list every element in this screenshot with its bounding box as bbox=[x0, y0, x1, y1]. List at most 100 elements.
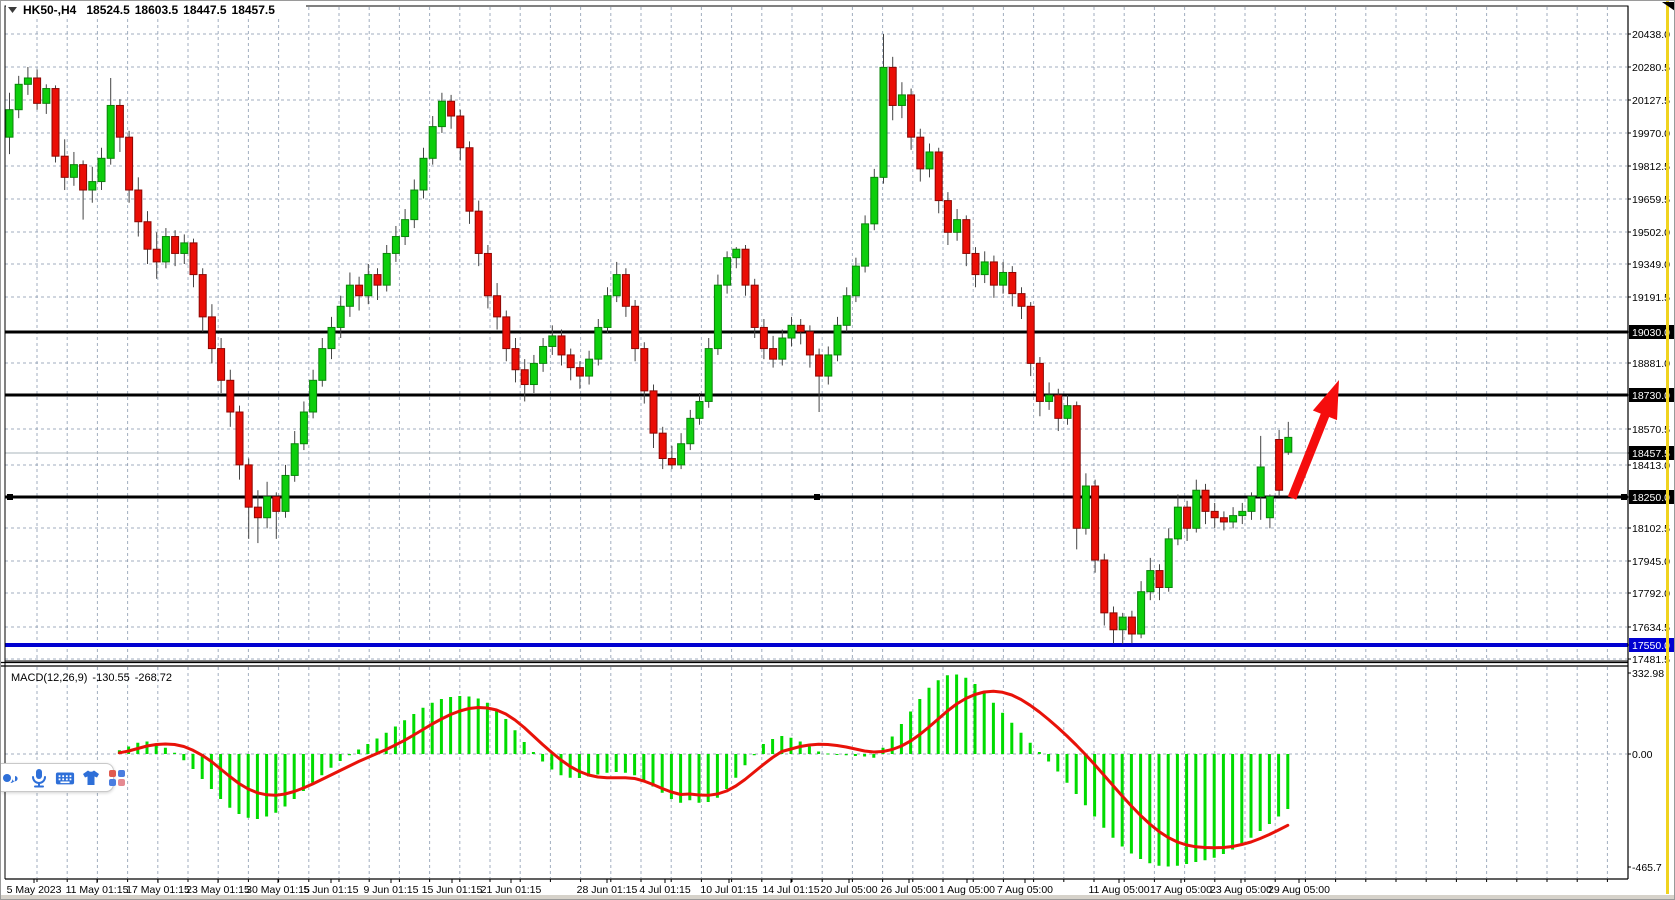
macd-histogram-bar bbox=[992, 703, 995, 754]
macd-histogram-bar bbox=[983, 693, 986, 754]
candle-bearish bbox=[466, 148, 473, 211]
macd-histogram-bar bbox=[403, 720, 406, 754]
macd-histogram-bar bbox=[753, 754, 756, 755]
candle-bullish bbox=[107, 105, 114, 158]
macd-histogram-bar bbox=[1121, 754, 1124, 847]
candle-bearish bbox=[494, 296, 501, 317]
candle-bullish bbox=[1230, 516, 1237, 522]
macd-histogram-bar bbox=[256, 754, 259, 819]
macd-histogram-bar bbox=[1029, 743, 1032, 754]
candle-bullish bbox=[291, 444, 298, 476]
candle-bullish bbox=[1165, 539, 1172, 588]
macd-histogram-bar bbox=[909, 712, 912, 755]
candle-bullish bbox=[383, 253, 390, 285]
macd-histogram-bar bbox=[928, 688, 931, 754]
price-axis-label: 19502.0 bbox=[1632, 227, 1670, 239]
candle-bearish bbox=[1101, 560, 1108, 613]
candle-bearish bbox=[990, 262, 997, 285]
macd-histogram-bar bbox=[1020, 733, 1023, 754]
macd-histogram-bar bbox=[615, 754, 618, 772]
candle-bullish bbox=[6, 110, 13, 137]
candle-bullish bbox=[1046, 395, 1053, 401]
up-arrow-annotation[interactable] bbox=[1288, 380, 1339, 500]
price-axis-label: 18413.0 bbox=[1632, 460, 1670, 472]
candle-bearish bbox=[190, 243, 197, 275]
candle-bullish bbox=[1082, 486, 1089, 528]
ink-pen-icon[interactable] bbox=[3, 768, 23, 788]
drawing-objects[interactable] bbox=[1288, 1, 1675, 894]
line-selection-handle[interactable] bbox=[814, 494, 820, 500]
macd-histogram-bar bbox=[1139, 754, 1142, 859]
clothes-icon[interactable] bbox=[81, 768, 101, 788]
candle-bullish bbox=[595, 327, 602, 359]
candle-bullish bbox=[1193, 490, 1200, 528]
macd-histogram-bar bbox=[872, 754, 875, 758]
candle-bearish bbox=[650, 391, 657, 433]
floating-input-toolbar[interactable] bbox=[1, 763, 114, 792]
price-axis-label: 19970.0 bbox=[1632, 128, 1670, 140]
candle-bullish bbox=[613, 275, 620, 296]
candle-bullish bbox=[337, 306, 344, 327]
candle-bearish bbox=[963, 220, 970, 254]
candle-bullish bbox=[43, 89, 50, 104]
candle-bearish bbox=[484, 253, 491, 295]
candle-bearish bbox=[126, 137, 133, 190]
candle-bearish bbox=[172, 237, 179, 254]
macd-histogram-bar bbox=[790, 738, 793, 754]
apps-grid-icon[interactable] bbox=[107, 768, 127, 788]
candle-bearish bbox=[236, 412, 243, 465]
candle-bullish bbox=[843, 296, 850, 326]
macd-indicator bbox=[118, 675, 1289, 867]
macd-histogram-bar bbox=[330, 754, 333, 768]
macd-histogram-bar bbox=[182, 754, 185, 760]
macd-histogram-bar bbox=[274, 754, 277, 813]
macd-histogram-bar bbox=[228, 754, 231, 808]
candle-bullish bbox=[181, 243, 188, 254]
candle-bullish bbox=[264, 497, 271, 518]
candle-bearish bbox=[475, 211, 482, 253]
candle-bullish bbox=[70, 165, 77, 178]
candle-bullish bbox=[1266, 497, 1273, 518]
candle-bullish bbox=[1000, 272, 1007, 285]
macd-histogram-bar bbox=[1102, 754, 1105, 828]
candle-bullish bbox=[705, 349, 712, 402]
candle-bearish bbox=[972, 253, 979, 274]
candle-bullish bbox=[1119, 617, 1126, 630]
keyboard-icon[interactable] bbox=[55, 768, 75, 788]
line-selection-handle[interactable] bbox=[1621, 494, 1627, 500]
microphone-icon[interactable] bbox=[29, 768, 49, 788]
vertical-line-marker[interactable] bbox=[1666, 1, 1669, 894]
macd-histogram-bar bbox=[1158, 754, 1161, 866]
candle-bullish bbox=[926, 152, 933, 169]
candle-bullish bbox=[300, 412, 307, 444]
macd-histogram-bar bbox=[219, 754, 222, 799]
candle-bearish bbox=[1156, 571, 1163, 588]
candle-bullish bbox=[392, 237, 399, 254]
candle-bearish bbox=[917, 137, 924, 169]
macd-histogram-bar bbox=[624, 754, 627, 773]
line-selection-handle[interactable] bbox=[7, 494, 13, 500]
candle-bearish bbox=[1211, 511, 1218, 517]
candle-bearish bbox=[576, 368, 583, 376]
candle-bearish bbox=[80, 165, 87, 190]
candle-bullish bbox=[98, 158, 105, 181]
candlestick-series bbox=[6, 34, 1292, 644]
macd-histogram-bar bbox=[1250, 754, 1253, 838]
candle-bearish bbox=[227, 380, 234, 412]
candle-bullish bbox=[687, 418, 694, 443]
macd-histogram-bar bbox=[1056, 754, 1059, 772]
macd-histogram-bar bbox=[955, 675, 958, 755]
macd-histogram-bar bbox=[1259, 754, 1262, 831]
candle-bearish bbox=[503, 317, 510, 349]
candle-bearish bbox=[52, 89, 59, 157]
candle-bearish bbox=[218, 349, 225, 381]
macd-histogram-bar bbox=[744, 754, 747, 765]
candle-bullish bbox=[981, 262, 988, 275]
macd-histogram-bar bbox=[734, 754, 737, 778]
macd-histogram-bar bbox=[366, 744, 369, 754]
macd-histogram-bar bbox=[845, 754, 848, 755]
candle-bullish bbox=[862, 224, 869, 266]
candle-bearish bbox=[448, 101, 455, 116]
candle-bearish bbox=[254, 507, 261, 518]
macd-histogram-bar bbox=[1268, 754, 1271, 824]
